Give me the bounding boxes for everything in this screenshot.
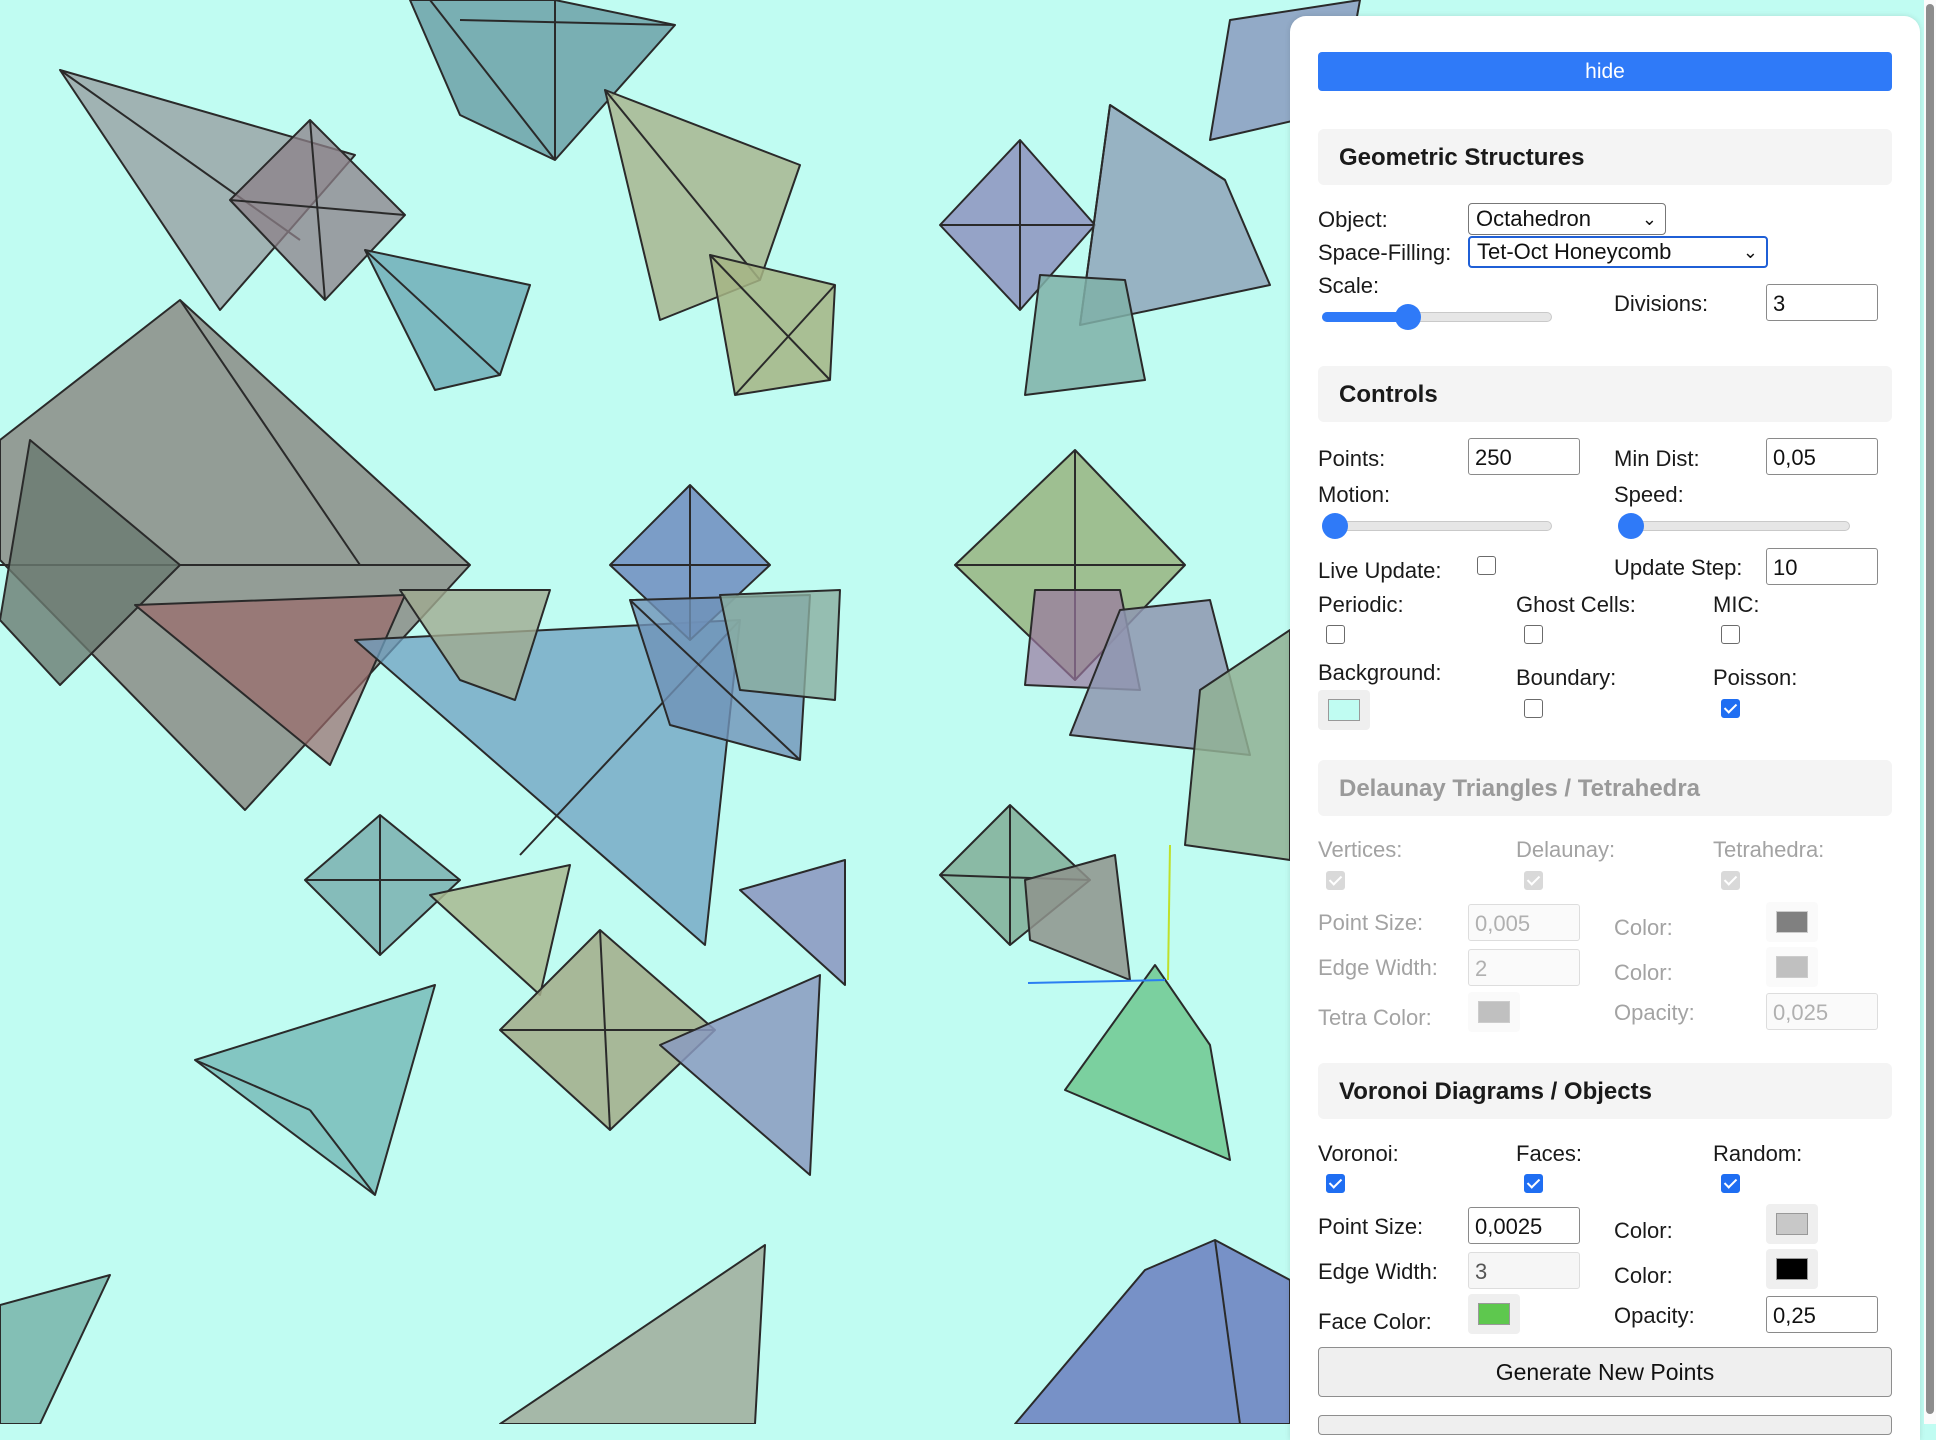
speed-slider-thumb[interactable] xyxy=(1618,513,1644,539)
voronoi-edge-color-swatch xyxy=(1776,1258,1808,1280)
periodic-label: Periodic: xyxy=(1318,592,1404,617)
delaunay-edge-color-swatch xyxy=(1776,956,1808,978)
next-button-partial[interactable] xyxy=(1318,1415,1892,1435)
tetrahedra-checkbox[interactable] xyxy=(1721,871,1740,890)
speed-slider-track[interactable] xyxy=(1618,521,1850,531)
face-color-picker[interactable] xyxy=(1468,1294,1520,1334)
tetrahedron-shape xyxy=(719,589,841,701)
scale-label: Scale: xyxy=(1318,273,1380,298)
voronoi-edge-color-label: Color: xyxy=(1614,1263,1673,1288)
scale-slider-thumb[interactable] xyxy=(1395,304,1421,330)
voronoi-checkbox[interactable] xyxy=(1326,1174,1345,1193)
update-step-label: Update Step: xyxy=(1614,555,1743,580)
delaunay-point-size-label: Point Size: xyxy=(1318,910,1424,935)
section-title: Delaunay Triangles / Tetrahedra xyxy=(1339,775,1701,802)
section-title: Voronoi Diagrams / Objects xyxy=(1339,1078,1652,1105)
section-voronoi: Voronoi Diagrams / Objects xyxy=(1318,1063,1892,1119)
update-step-input[interactable]: 10 xyxy=(1766,548,1878,585)
boundary-label: Boundary: xyxy=(1516,665,1617,690)
object-label: Object: xyxy=(1318,207,1388,232)
divisions-label: Divisions: xyxy=(1614,291,1709,316)
vertices-label: Vertices: xyxy=(1318,837,1403,862)
motion-slider-track[interactable] xyxy=(1322,521,1552,531)
random-checkbox[interactable] xyxy=(1721,1174,1740,1193)
voronoi-edge-width-label: Edge Width: xyxy=(1318,1259,1438,1284)
background-color-swatch xyxy=(1328,699,1360,721)
poisson-label: Poisson: xyxy=(1713,665,1798,690)
ghost-cells-checkbox[interactable] xyxy=(1524,625,1543,644)
delaunay-point-size-input[interactable]: 0,005 xyxy=(1468,904,1580,941)
voronoi-color-label: Color: xyxy=(1614,1218,1673,1243)
delaunay-edge-color-picker[interactable] xyxy=(1766,947,1818,987)
delaunay-label: Delaunay: xyxy=(1516,837,1616,862)
voronoi-point-size-label: Point Size: xyxy=(1318,1214,1424,1239)
background-color-picker[interactable] xyxy=(1318,690,1370,730)
voronoi-edge-width-input[interactable]: 3 xyxy=(1468,1252,1580,1289)
divisions-input[interactable]: 3 xyxy=(1766,284,1878,321)
tetra-color-label: Tetra Color: xyxy=(1318,1005,1432,1030)
ghost-cells-label: Ghost Cells: xyxy=(1516,592,1636,617)
chevron-down-icon: ⌄ xyxy=(1641,209,1657,229)
tetra-color-picker[interactable] xyxy=(1468,992,1520,1032)
delaunay-edge-width-label: Edge Width: xyxy=(1318,955,1438,980)
points-input[interactable]: 250 xyxy=(1468,438,1580,475)
generate-new-points-button[interactable]: Generate New Points xyxy=(1318,1347,1892,1397)
voronoi-point-color-swatch xyxy=(1776,1213,1808,1235)
voronoi-point-size-input[interactable]: 0,0025 xyxy=(1468,1207,1580,1244)
voronoi-opacity-input[interactable]: 0,25 xyxy=(1766,1296,1878,1333)
tetrahedra-label: Tetrahedra: xyxy=(1713,837,1825,862)
scrollbar-thumb[interactable] xyxy=(1926,4,1934,1414)
delaunay-opacity-input[interactable]: 0,025 xyxy=(1766,993,1878,1030)
voronoi-point-color-picker[interactable] xyxy=(1766,1204,1818,1244)
delaunay-checkbox[interactable] xyxy=(1524,871,1543,890)
min-dist-input[interactable]: 0,05 xyxy=(1766,438,1878,475)
motion-slider-thumb[interactable] xyxy=(1322,513,1348,539)
min-dist-label: Min Dist: xyxy=(1614,446,1700,471)
voronoi-edge-color-picker[interactable] xyxy=(1766,1249,1818,1289)
random-label: Random: xyxy=(1713,1141,1803,1166)
background-label: Background: xyxy=(1318,660,1442,685)
boundary-checkbox[interactable] xyxy=(1524,699,1543,718)
points-label: Points: xyxy=(1318,446,1386,471)
space-filling-select[interactable]: Tet-Oct Honeycomb ⌄ xyxy=(1468,236,1768,268)
vertices-checkbox[interactable] xyxy=(1326,871,1345,890)
object-select[interactable]: Octahedron ⌄ xyxy=(1468,203,1666,235)
space-filling-select-value: Tet-Oct Honeycomb xyxy=(1477,239,1672,264)
section-title: Geometric Structures xyxy=(1339,144,1585,171)
face-color-label: Face Color: xyxy=(1318,1309,1432,1334)
voronoi-label: Voronoi: xyxy=(1318,1141,1399,1166)
section-geometric-structures: Geometric Structures xyxy=(1318,129,1892,185)
chevron-down-icon: ⌄ xyxy=(1742,242,1758,262)
section-controls: Controls xyxy=(1318,366,1892,422)
section-title: Controls xyxy=(1339,381,1438,408)
scale-slider-fill xyxy=(1322,312,1406,322)
object-select-value: Octahedron xyxy=(1476,206,1591,231)
section-delaunay: Delaunay Triangles / Tetrahedra xyxy=(1318,760,1892,816)
delaunay-color-label: Color: xyxy=(1614,915,1673,940)
speed-label: Speed: xyxy=(1614,482,1684,507)
faces-label: Faces: xyxy=(1516,1141,1583,1166)
space-filling-label: Space-Filling: xyxy=(1318,240,1452,265)
motion-label: Motion: xyxy=(1318,482,1391,507)
delaunay-point-color-picker[interactable] xyxy=(1766,902,1818,942)
face-color-swatch xyxy=(1478,1303,1510,1325)
delaunay-point-color-swatch xyxy=(1776,911,1808,933)
faces-checkbox[interactable] xyxy=(1524,1174,1543,1193)
tetrahedron-shape xyxy=(1024,274,1146,396)
delaunay-opacity-label: Opacity: xyxy=(1614,1000,1695,1025)
hide-button[interactable]: hide xyxy=(1318,52,1892,91)
poisson-checkbox[interactable] xyxy=(1721,699,1740,718)
mic-label: MIC: xyxy=(1713,592,1760,617)
periodic-checkbox[interactable] xyxy=(1326,625,1345,644)
voronoi-opacity-label: Opacity: xyxy=(1614,1303,1695,1328)
live-update-checkbox[interactable] xyxy=(1477,556,1496,575)
tetra-color-swatch xyxy=(1478,1001,1510,1023)
live-update-label: Live Update: xyxy=(1318,558,1442,583)
delaunay-edge-color-label: Color: xyxy=(1614,960,1673,985)
delaunay-edge-width-input[interactable]: 2 xyxy=(1468,949,1580,986)
mic-checkbox[interactable] xyxy=(1721,625,1740,644)
